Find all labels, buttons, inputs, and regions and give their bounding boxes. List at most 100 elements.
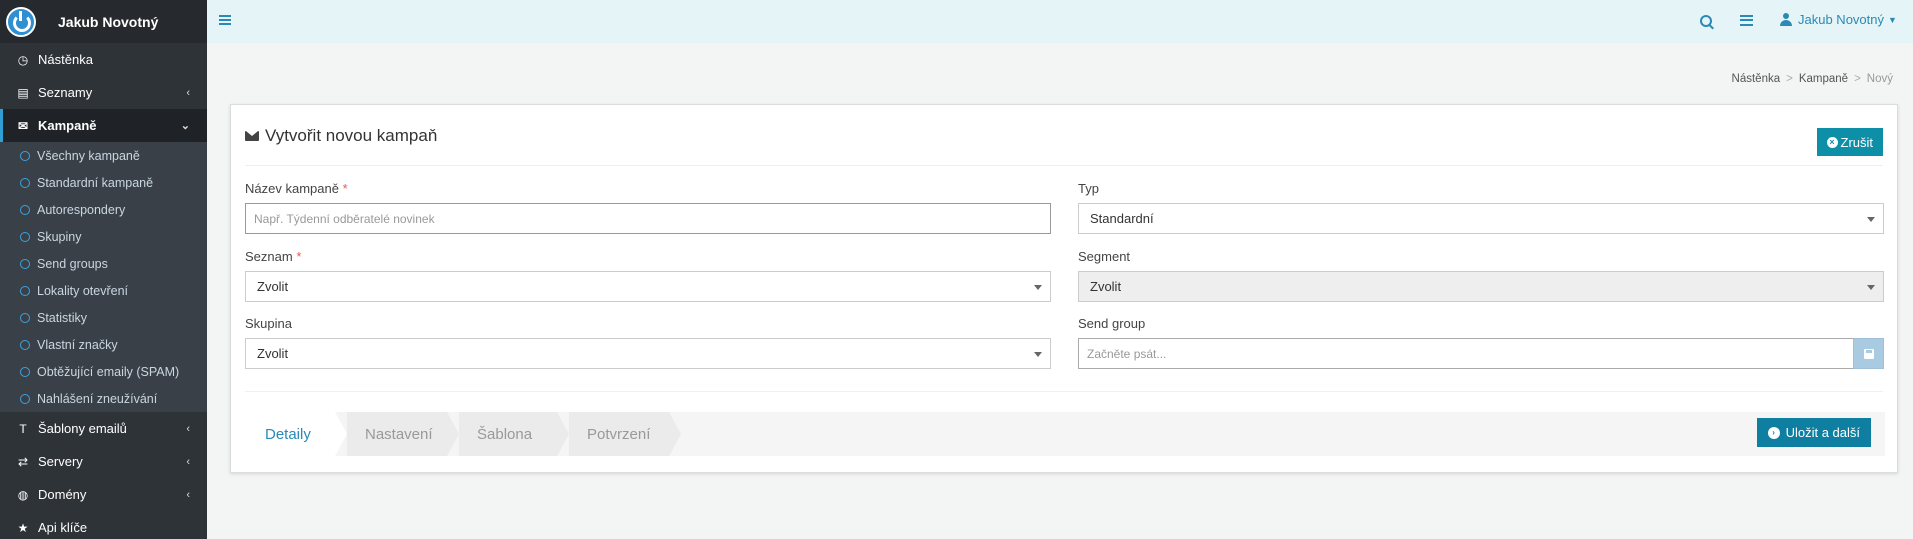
submenu-item-label: Všechny kampaně [37, 148, 140, 163]
create-campaign-panel: Vytvořit novou kampaň × Zrušit Název kam… [230, 104, 1898, 473]
chevron-left-icon: ‹ [186, 488, 190, 501]
circle-icon [20, 393, 30, 404]
star-icon: ★ [17, 520, 29, 535]
submenu-item-label: Skupiny [37, 229, 82, 244]
sidebar-item-dashboard[interactable]: ◷ Nástěnka [0, 43, 207, 76]
exchange-icon: ⇄ [17, 454, 29, 469]
wizard-steps: Detaily Nastavení Šablona Potvrzení › Ul… [245, 412, 1885, 456]
wizard-step-confirmation[interactable]: Potvrzení [569, 412, 669, 456]
brand-name: Jakub Novotný [58, 13, 159, 30]
step-arrow [335, 412, 347, 456]
segment-select-value: Zvolit [1090, 279, 1122, 294]
submenu-item-custom-tags[interactable]: Vlastní značky [0, 331, 207, 358]
dropdown-arrow-icon [1034, 285, 1042, 290]
circle-icon [20, 258, 30, 269]
page-title: Vytvořit novou kampaň [245, 126, 437, 146]
save-icon-button[interactable] [1853, 338, 1884, 369]
sidebar-item-label: Šablony emailů [38, 421, 127, 436]
type-select-value: Standardní [1090, 211, 1154, 226]
type-label: Typ [1078, 181, 1099, 196]
list-label-text: Seznam [245, 249, 293, 264]
divider [245, 391, 1883, 392]
wizard-step-details[interactable]: Detaily [245, 412, 335, 456]
globe-icon: ◍ [17, 487, 29, 502]
list-icon: ▤ [17, 85, 29, 100]
circle-icon [20, 177, 30, 188]
submenu-item-spam[interactable]: Obtěžující emaily (SPAM) [0, 358, 207, 385]
campaigns-submenu: Všechny kampaně Standardní kampaně Autor… [0, 142, 207, 412]
segment-select[interactable]: Zvolit [1078, 271, 1884, 302]
submenu-item-standard-campaigns[interactable]: Standardní kampaně [0, 169, 207, 196]
group-select[interactable]: Zvolit [245, 338, 1051, 369]
breadcrumb-current: Nový [1866, 73, 1893, 85]
submenu-item-abuse-reports[interactable]: Nahlášení zneužívání [0, 385, 207, 412]
submenu-item-open-locations[interactable]: Lokality otevření [0, 277, 207, 304]
divider [245, 165, 1883, 166]
submenu-item-label: Obtěžující emaily (SPAM) [37, 364, 180, 379]
submenu-item-label: Autorespondery [37, 202, 126, 217]
campaign-name-label: Název kampaně * [245, 181, 348, 196]
sidebar-item-campaigns[interactable]: ✉ Kampaně ⌄ [0, 109, 207, 142]
list-select[interactable]: Zvolit [245, 271, 1051, 302]
breadcrumb-home[interactable]: Nástěnka [1732, 73, 1781, 85]
list-view-icon[interactable] [1740, 15, 1753, 26]
required-mark: * [342, 181, 348, 196]
submenu-item-label: Standardní kampaně [37, 175, 154, 190]
sidebar-item-domains[interactable]: ◍ Domény ‹ [0, 478, 207, 511]
sidebar-item-servers[interactable]: ⇄ Servery ‹ [0, 445, 207, 478]
list-select-value: Zvolit [257, 279, 289, 294]
power-logo-icon [6, 6, 36, 37]
sidebar-item-lists[interactable]: ▤ Seznamy ‹ [0, 76, 207, 109]
send-group-input[interactable]: Začněte psát... [1078, 338, 1854, 369]
submenu-item-groups[interactable]: Skupiny [0, 223, 207, 250]
breadcrumb-separator: > [1786, 73, 1793, 85]
circle-icon [20, 231, 30, 242]
sidebar-item-label: Seznamy [38, 85, 93, 100]
dropdown-arrow-icon [1867, 285, 1875, 290]
sidebar-item-label: Servery [38, 454, 83, 469]
circle-icon [20, 285, 30, 296]
chevron-left-icon: ‹ [186, 455, 190, 468]
cancel-button[interactable]: × Zrušit [1816, 128, 1883, 156]
sidebar-item-label: Nástěnka [38, 52, 93, 67]
circle-icon [20, 339, 30, 350]
breadcrumb-section[interactable]: Kampaně [1799, 73, 1848, 85]
dropdown-arrow-icon [1867, 217, 1875, 222]
sidebar-item-email-templates[interactable]: T Šablony emailů ‹ [0, 412, 207, 445]
wizard-step-template[interactable]: Šablona [459, 412, 557, 456]
group-label: Skupina [245, 316, 292, 331]
campaign-name-label-text: Název kampaně [245, 181, 339, 196]
list-label: Seznam * [245, 249, 301, 264]
page-title-text: Vytvořit novou kampaň [265, 126, 438, 145]
search-icon[interactable] [1700, 15, 1712, 27]
hamburger-menu-icon[interactable] [219, 15, 231, 25]
group-select-value: Zvolit [257, 346, 289, 361]
cancel-button-label: Zrušit [1840, 134, 1874, 150]
submenu-item-all-campaigns[interactable]: Všechny kampaně [0, 142, 207, 169]
submenu-item-send-groups[interactable]: Send groups [0, 250, 207, 277]
text-icon: T [19, 421, 27, 436]
save-and-next-button[interactable]: › Uložit a další [1756, 418, 1871, 447]
campaign-name-input[interactable]: Např. Týdenní odběratelé novinek [245, 203, 1051, 234]
required-mark: * [296, 249, 302, 264]
user-menu[interactable]: Jakub Novotný ▼ [1780, 12, 1897, 27]
submenu-item-autoresponders[interactable]: Autorespondery [0, 196, 207, 223]
brand[interactable]: Jakub Novotný [0, 0, 207, 43]
wizard-step-settings[interactable]: Nastavení [347, 412, 447, 456]
dashboard-icon: ◷ [17, 52, 29, 67]
submenu-item-statistics[interactable]: Statistiky [0, 304, 207, 331]
save-and-next-label: Uložit a další [1785, 425, 1860, 440]
sidebar: Jakub Novotný ◷ Nástěnka ▤ Seznamy ‹ ✉ K… [0, 0, 207, 539]
type-select[interactable]: Standardní [1078, 203, 1884, 234]
sidebar-item-label: Domény [38, 487, 87, 502]
step-arrow [669, 412, 681, 456]
sidebar-item-api-keys[interactable]: ★ Api klíče [0, 511, 207, 539]
step-arrow [557, 412, 569, 456]
chevron-left-icon: ‹ [186, 422, 190, 435]
chevron-circle-right-icon: › [1767, 426, 1780, 439]
send-group-label: Send group [1078, 316, 1146, 331]
circle-icon [20, 366, 30, 377]
sidebar-item-label: Api klíče [38, 520, 88, 535]
breadcrumb-separator: > [1854, 73, 1861, 85]
topbar: Jakub Novotný ▼ [207, 0, 1913, 43]
